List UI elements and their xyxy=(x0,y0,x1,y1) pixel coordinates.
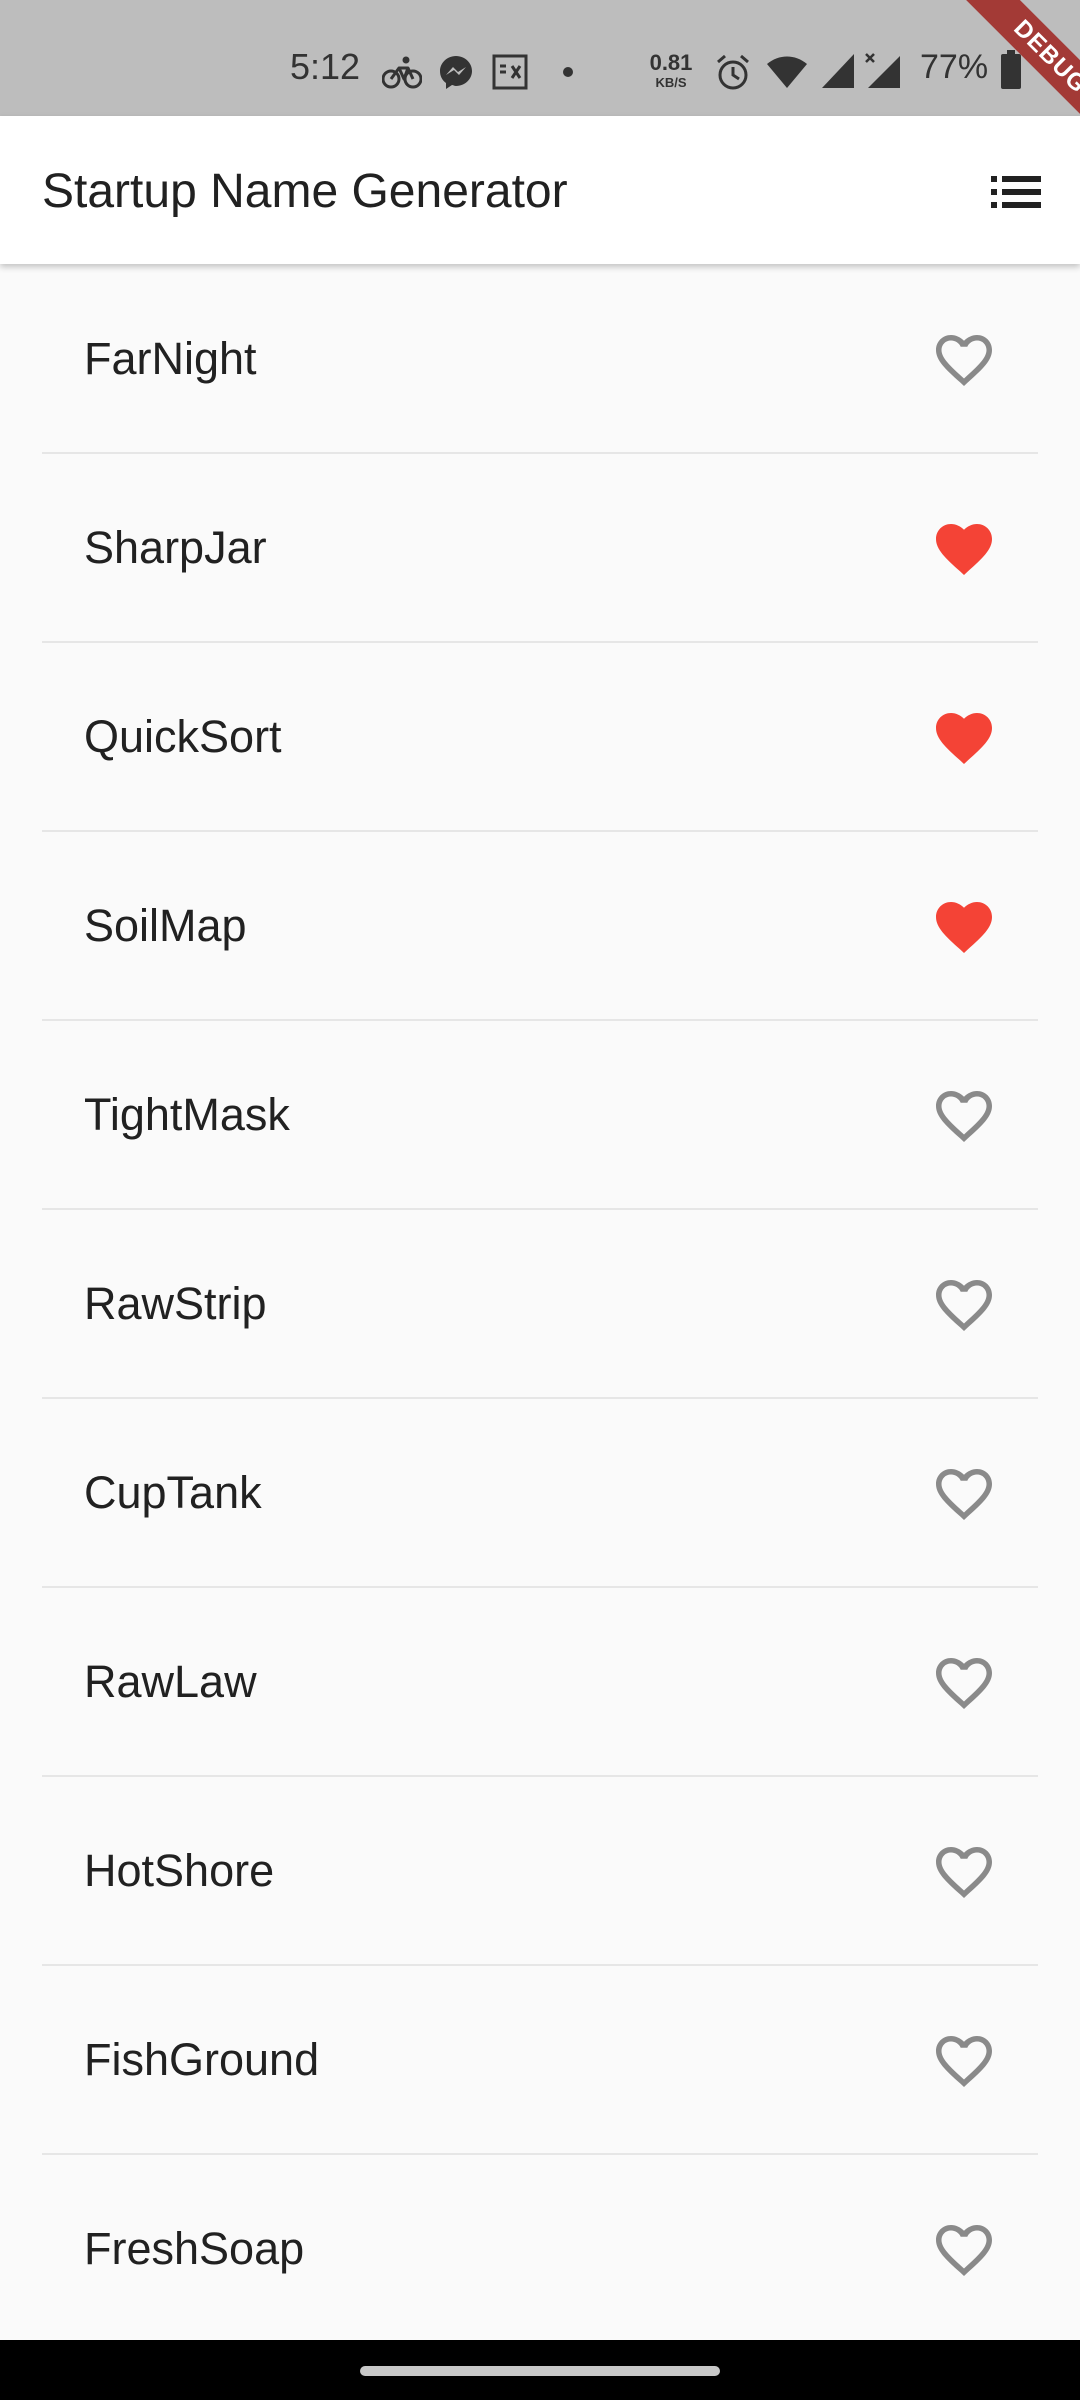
heart-outline-icon[interactable] xyxy=(934,1090,994,1144)
list-item[interactable]: FreshSoap xyxy=(0,2154,1080,2340)
heart-outline-icon[interactable] xyxy=(934,1279,994,1333)
list-item-name: RawStrip xyxy=(84,1278,267,1329)
list-item-name: QuickSort xyxy=(84,711,282,762)
favorite-heart-icon[interactable] xyxy=(934,901,994,955)
saved-list-button[interactable] xyxy=(984,164,1048,220)
list-item-name: SharpJar xyxy=(84,522,267,573)
page-title: Startup Name Generator xyxy=(42,165,568,218)
favorite-heart-icon[interactable] xyxy=(934,523,994,577)
list-item[interactable]: TightMask xyxy=(0,1020,1080,1209)
heart-outline-icon[interactable] xyxy=(934,1468,994,1522)
heart-outline-icon[interactable] xyxy=(934,334,994,388)
heart-outline-icon[interactable] xyxy=(934,1846,994,1900)
image-icon xyxy=(492,54,528,90)
net-speed: 0.81 KB/S xyxy=(648,50,694,90)
navigation-bar xyxy=(0,2340,1080,2400)
heart-outline-icon[interactable] xyxy=(934,2035,994,2089)
list-item[interactable]: FishGround xyxy=(0,1965,1080,2154)
list-item[interactable]: CupTank xyxy=(0,1398,1080,1587)
list-item-name: RawLaw xyxy=(84,1656,257,1707)
list-item-name: FishGround xyxy=(84,2034,320,2085)
heart-outline-icon[interactable] xyxy=(934,2224,994,2278)
list-item[interactable]: SoilMap xyxy=(0,831,1080,1020)
list-item[interactable]: SharpJar xyxy=(0,453,1080,642)
list-item[interactable]: QuickSort xyxy=(0,642,1080,831)
list-item-name: HotShore xyxy=(84,1845,275,1896)
battery-icon xyxy=(1001,50,1021,89)
alarm-icon xyxy=(717,54,749,90)
list-item[interactable]: HotShore xyxy=(0,1776,1080,1965)
net-speed-unit: KB/S xyxy=(655,75,687,90)
list-item[interactable]: RawLaw xyxy=(0,1587,1080,1776)
battery-percent: 77% xyxy=(920,48,989,86)
list-item-name: FarNight xyxy=(84,333,257,384)
name-list: FarNight SharpJar QuickSort SoilMap TightMas… xyxy=(0,264,1080,2340)
signal-x-icon xyxy=(865,53,900,88)
signal-icon xyxy=(822,54,854,88)
messenger-icon xyxy=(440,56,472,89)
list-item[interactable]: RawStrip xyxy=(0,1209,1080,1398)
list-item[interactable]: FarNight xyxy=(0,264,1080,453)
list-item-name: TightMask xyxy=(84,1089,290,1140)
list-item-name: FreshSoap xyxy=(84,2223,305,2274)
favorite-heart-icon[interactable] xyxy=(934,712,994,766)
net-speed-value: 0.81 xyxy=(649,50,693,75)
status-time: 5:12 xyxy=(290,46,361,87)
list-item-name: CupTank xyxy=(84,1467,262,1518)
dot-icon xyxy=(563,67,573,77)
bike-icon xyxy=(382,56,422,89)
wifi-icon xyxy=(767,56,807,88)
app-bar: Startup Name Generator xyxy=(0,116,1080,264)
list-item-name: SoilMap xyxy=(84,900,247,951)
status-bar: 5:12 0.81 KB/S 77% xyxy=(0,0,1080,116)
home-gesture-handle[interactable] xyxy=(360,2366,720,2376)
heart-outline-icon[interactable] xyxy=(934,1657,994,1711)
list-icon xyxy=(991,176,1041,208)
